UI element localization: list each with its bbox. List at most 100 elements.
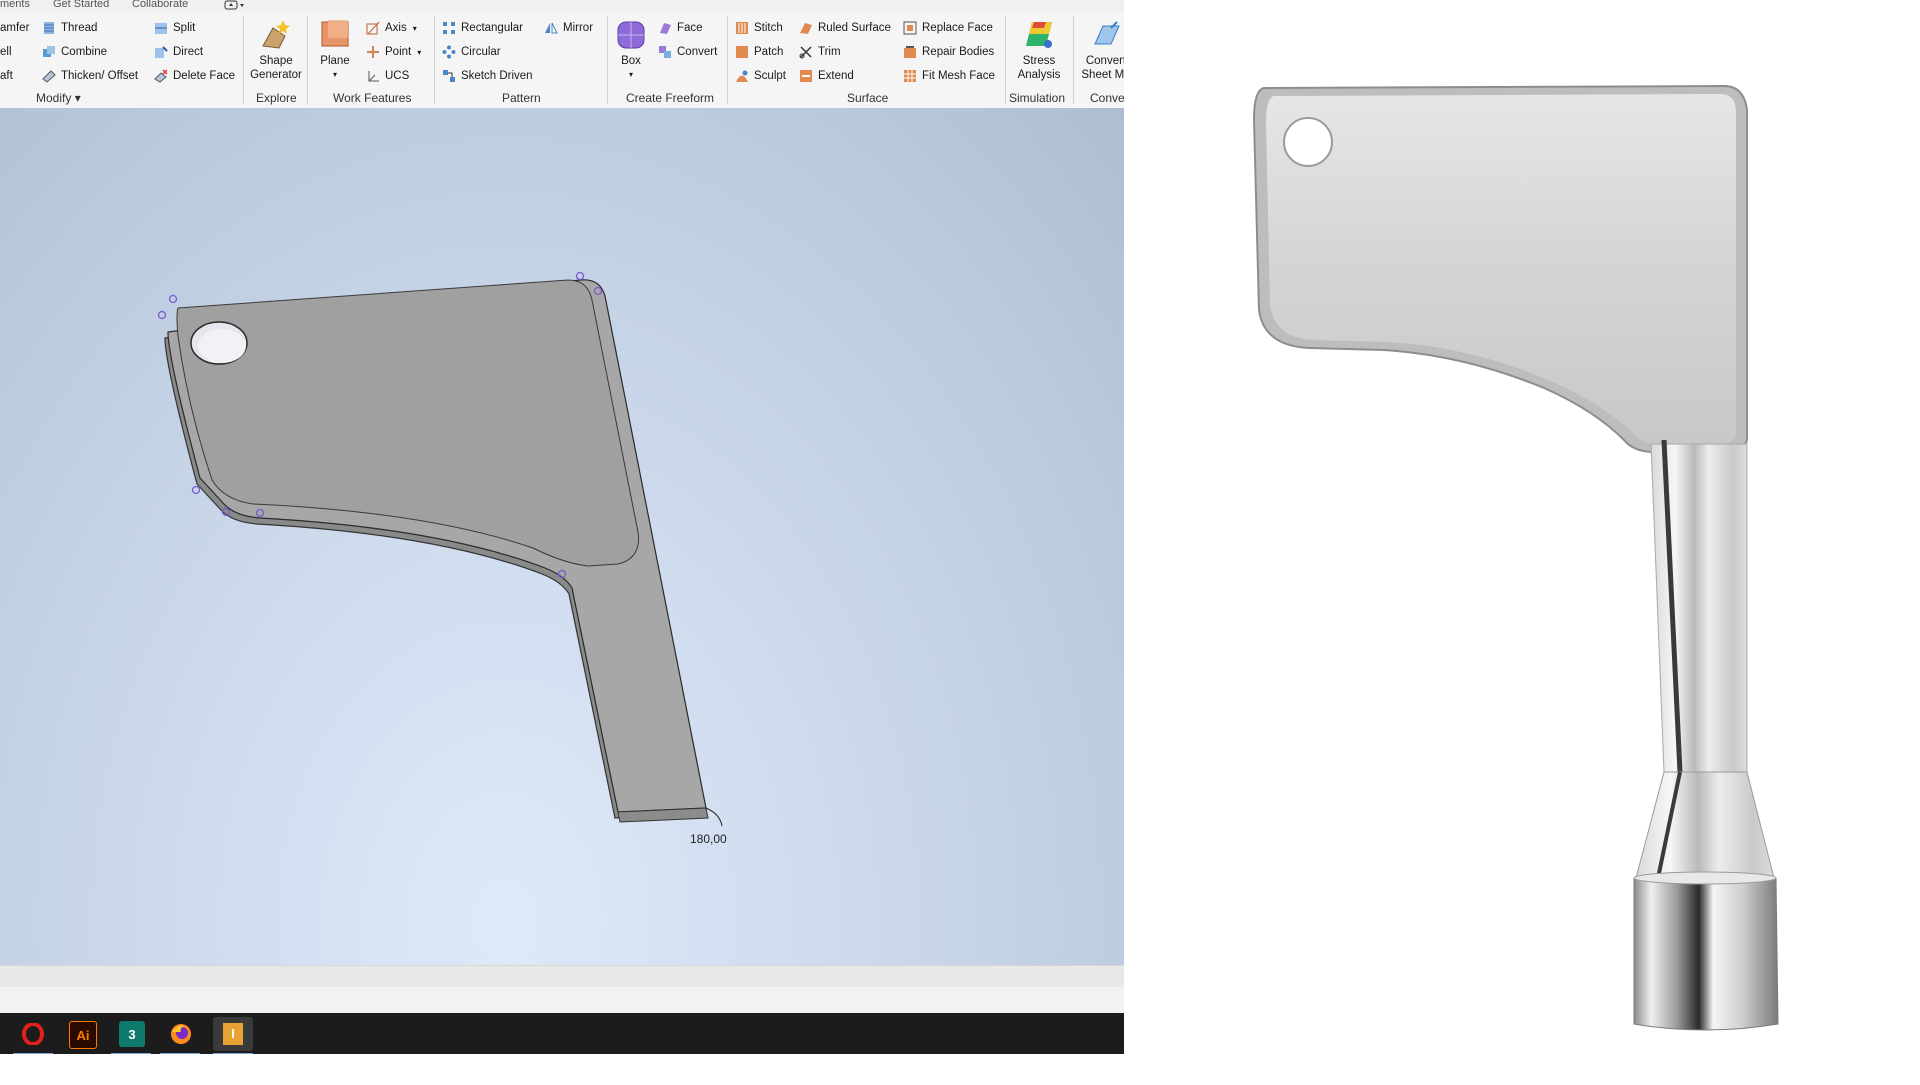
sculpt-label: Sculpt <box>754 70 786 82</box>
modify-group-label[interactable]: Modify ▾ <box>36 91 81 105</box>
shell-label: ell <box>0 46 12 58</box>
direct-label: Direct <box>173 46 204 58</box>
axis-label: Axis <box>385 22 407 34</box>
opera-icon[interactable] <box>13 1021 53 1054</box>
3d-app-icon[interactable]: 3 <box>111 1021 151 1054</box>
tab-collaborate[interactable]: Collaborate <box>132 0 188 10</box>
shape-generator-label-1: Shape <box>259 55 293 67</box>
delete-face-label: Delete Face <box>173 70 236 82</box>
stress-analysis-icon <box>1026 22 1052 48</box>
thread-icon <box>42 21 56 35</box>
patch-button[interactable]: Patch <box>735 43 783 61</box>
draft-button[interactable]: aft <box>0 67 13 85</box>
axis-icon <box>366 21 380 35</box>
illustrator-icon[interactable]: Ai <box>69 1021 97 1049</box>
combine-button[interactable]: Combine <box>42 43 107 61</box>
convert-group-label: Conve <box>1090 91 1124 105</box>
shape-generator-button[interactable]: Shape Generator <box>248 18 304 82</box>
rectangular-pattern-button[interactable]: Rectangular <box>442 19 523 37</box>
box-freeform-button[interactable]: Box ▾ <box>612 18 650 82</box>
stitch-icon <box>735 21 749 35</box>
point-label: Point <box>385 46 412 58</box>
key-model[interactable] <box>0 108 1124 965</box>
thicken-offset-label: Thicken/ Offset <box>61 70 139 82</box>
fit-mesh-face-label: Fit Mesh Face <box>922 70 995 82</box>
chamfer-button[interactable]: amfer <box>0 19 29 37</box>
split-button[interactable]: Split <box>154 19 195 37</box>
direct-button[interactable]: Direct <box>154 43 203 61</box>
draft-label: aft <box>0 70 13 82</box>
status-bar-secondary <box>0 987 1124 1013</box>
rectangular-label: Rectangular <box>461 22 524 34</box>
fit-mesh-face-icon <box>903 69 917 83</box>
stitch-label: Stitch <box>754 22 783 34</box>
shell-button[interactable]: ell <box>0 43 12 61</box>
active-indicator <box>111 1053 151 1054</box>
firefox-icon[interactable] <box>160 1021 200 1054</box>
trim-button[interactable]: Trim <box>799 43 841 61</box>
repair-bodies-label: Repair Bodies <box>922 46 995 58</box>
chamfer-label: amfer <box>0 22 30 34</box>
sketch-driven-icon <box>442 69 456 83</box>
convert-sheet-metal-button[interactable]: Convert Sheet Me <box>1074 18 1124 82</box>
key-product-photo <box>1124 0 1920 1080</box>
face-freeform-button[interactable]: Face <box>658 19 703 37</box>
tab-environments[interactable]: ments <box>0 0 30 10</box>
sculpt-icon <box>735 69 749 83</box>
plane-button[interactable]: Plane ▾ <box>314 18 356 82</box>
status-bar <box>0 965 1124 988</box>
point-button[interactable]: Point ▾ <box>366 43 421 61</box>
convert-label: Convert <box>677 46 718 58</box>
fit-mesh-face-button[interactable]: Fit Mesh Face <box>903 67 995 85</box>
stress-label-1: Stress <box>1022 55 1056 67</box>
axis-button[interactable]: Axis ▾ <box>366 19 417 37</box>
mirror-icon <box>544 21 558 35</box>
thread-button[interactable]: Thread <box>42 19 97 37</box>
extend-button[interactable]: Extend <box>799 67 854 85</box>
mirror-button[interactable]: Mirror <box>544 19 593 37</box>
face-freeform-icon <box>658 21 672 35</box>
active-indicator <box>213 1053 253 1054</box>
chevron-down-icon: ▾ <box>417 47 422 57</box>
ruled-surface-icon <box>799 21 813 35</box>
convert-freeform-button[interactable]: Convert <box>658 43 717 61</box>
convert-label-2: Sheet Me <box>1081 69 1124 81</box>
extend-icon <box>799 69 813 83</box>
shape-generator-icon <box>262 20 290 49</box>
inventor-icon[interactable]: I <box>213 1017 253 1054</box>
thicken-offset-button[interactable]: Thicken/ Offset <box>42 67 138 85</box>
graphics-viewport[interactable]: 180,00 <box>0 108 1124 965</box>
circular-pattern-button[interactable]: Circular <box>442 43 501 61</box>
circular-pattern-icon <box>442 45 456 59</box>
delete-face-button[interactable]: Delete Face <box>154 67 235 85</box>
patch-icon <box>735 45 749 59</box>
pattern-group-label: Pattern <box>502 91 541 105</box>
box-label: Box <box>621 55 641 67</box>
dimension-label[interactable]: 180,00 <box>690 832 727 846</box>
mirror-label: Mirror <box>563 22 594 34</box>
sketch-driven-pattern-button[interactable]: Sketch Driven <box>442 67 533 85</box>
rectangular-pattern-icon <box>442 21 456 35</box>
tab-get-started[interactable]: Get Started <box>53 0 109 10</box>
split-icon <box>154 21 168 35</box>
box-freeform-icon <box>617 21 645 49</box>
stitch-button[interactable]: Stitch <box>735 19 783 37</box>
combine-label: Combine <box>61 46 108 58</box>
delete-face-icon <box>154 69 168 83</box>
group-separator <box>607 16 608 104</box>
thread-label: Thread <box>61 22 98 34</box>
chevron-down-icon: ▾ <box>332 70 337 79</box>
stress-analysis-button[interactable]: Stress Analysis <box>1010 18 1068 82</box>
chrome-key-image <box>1252 84 1779 1031</box>
ruled-surface-button[interactable]: Ruled Surface <box>799 19 891 37</box>
repair-bodies-button[interactable]: Repair Bodies <box>903 43 994 61</box>
3d-app-text: 3 <box>128 1026 136 1042</box>
ucs-button[interactable]: UCS <box>366 67 409 85</box>
ribbon-tabs: ments Get Started Collaborate <box>0 0 1124 12</box>
thicken-icon <box>42 69 56 83</box>
chevron-down-icon: ▾ <box>412 23 417 33</box>
group-separator <box>434 16 435 104</box>
sculpt-button[interactable]: Sculpt <box>735 67 786 85</box>
replace-face-button[interactable]: Replace Face <box>903 19 993 37</box>
replace-face-label: Replace Face <box>922 22 993 34</box>
